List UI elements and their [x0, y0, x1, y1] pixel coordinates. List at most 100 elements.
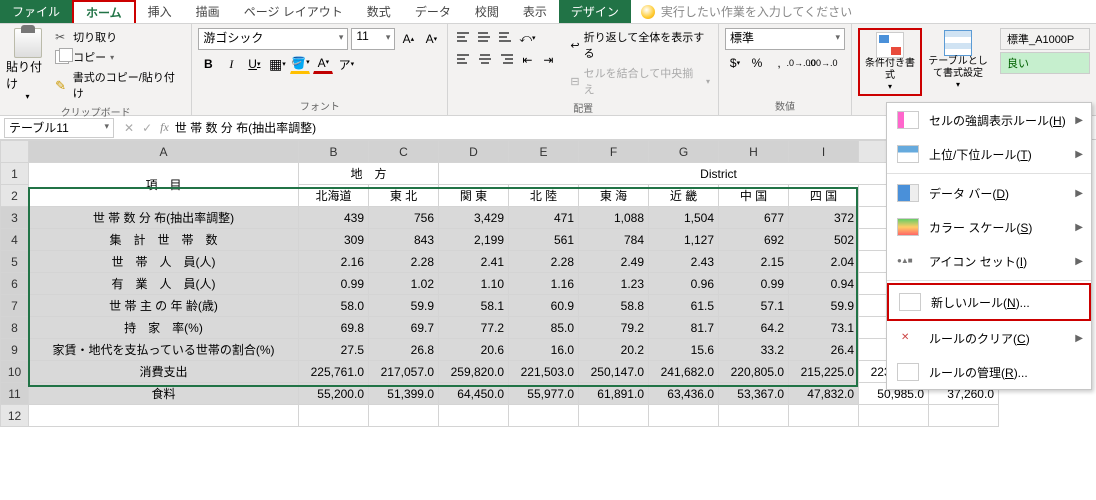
cell[interactable]: 59.9	[789, 295, 859, 317]
cell[interactable]: 64.2	[719, 317, 789, 339]
cell[interactable]: 79.2	[579, 317, 649, 339]
accounting-button[interactable]: $ ▾	[725, 53, 745, 73]
cell[interactable]: 地 方	[299, 163, 439, 185]
cell[interactable]: 59.9	[369, 295, 439, 317]
fill-color-button[interactable]: 🪣 ▾	[290, 54, 310, 74]
tab-view[interactable]: 表示	[511, 0, 559, 23]
cell[interactable]	[789, 405, 859, 427]
cell[interactable]	[859, 405, 929, 427]
cut-button[interactable]: 切り取り	[53, 28, 185, 46]
row-header[interactable]: 7	[1, 295, 29, 317]
cell[interactable]: 消費支出	[29, 361, 299, 383]
cell[interactable]: 217,057.0	[369, 361, 439, 383]
cell[interactable]: 1.16	[509, 273, 579, 295]
menu-data-bars[interactable]: データ バー(D)▶	[887, 176, 1091, 210]
cell[interactable]: 64,450.0	[439, 383, 509, 405]
grow-font-button[interactable]: A▴	[398, 29, 418, 49]
cell[interactable]: 85.0	[509, 317, 579, 339]
cell[interactable]	[929, 405, 999, 427]
format-as-table-button[interactable]: テーブルとして書式設定 ▾	[926, 28, 990, 92]
cell[interactable]	[719, 405, 789, 427]
shrink-font-button[interactable]: A▾	[421, 29, 441, 49]
cell[interactable]: 60.9	[509, 295, 579, 317]
align-middle-button[interactable]	[475, 28, 495, 46]
cell[interactable]: 0.96	[649, 273, 719, 295]
underline-button[interactable]: U ▾	[244, 54, 264, 74]
wrap-text-button[interactable]: ↩折り返して全体を表示する	[568, 28, 712, 62]
tab-review[interactable]: 校閲	[463, 0, 511, 23]
cell[interactable]: 471	[509, 207, 579, 229]
cell[interactable]: 221,503.0	[509, 361, 579, 383]
row-header[interactable]: 3	[1, 207, 29, 229]
cell[interactable]: 1.10	[439, 273, 509, 295]
cell[interactable]: 食料	[29, 383, 299, 405]
cell[interactable]: 215,225.0	[789, 361, 859, 383]
row-header[interactable]: 12	[1, 405, 29, 427]
tab-design[interactable]: デザイン	[559, 0, 631, 23]
cell[interactable]: 2.28	[509, 251, 579, 273]
merge-center-button[interactable]: ⊟セルを結合して中央揃え ▾	[568, 64, 712, 98]
cell[interactable]: 61,891.0	[579, 383, 649, 405]
cell[interactable]: 63,436.0	[649, 383, 719, 405]
cell[interactable]: 2.41	[439, 251, 509, 273]
cell[interactable]: 北 陸	[509, 185, 579, 207]
cell[interactable]: 1,504	[649, 207, 719, 229]
cell[interactable]: 有 業 人 員(人)	[29, 273, 299, 295]
menu-icon-sets[interactable]: アイコン セット(I)▶	[887, 244, 1091, 278]
cell[interactable]: 220,805.0	[719, 361, 789, 383]
cell[interactable]: 51,399.0	[369, 383, 439, 405]
cell[interactable]: 250,147.0	[579, 361, 649, 383]
cell[interactable]: 73.1	[789, 317, 859, 339]
cell[interactable]: 502	[789, 229, 859, 251]
cell[interactable]	[579, 405, 649, 427]
cell[interactable]: 四 国	[789, 185, 859, 207]
col-header[interactable]: C	[369, 141, 439, 163]
cell[interactable]: 近 畿	[649, 185, 719, 207]
cell[interactable]	[299, 405, 369, 427]
font-size-combo[interactable]: 11	[351, 28, 395, 50]
cell[interactable]: 55,977.0	[509, 383, 579, 405]
cell[interactable]: 16.0	[509, 339, 579, 361]
tab-formulas[interactable]: 数式	[355, 0, 403, 23]
cell[interactable]: 58.0	[299, 295, 369, 317]
cell[interactable]: 55,200.0	[299, 383, 369, 405]
cell[interactable]: 東 北	[369, 185, 439, 207]
align-left-button[interactable]	[454, 50, 474, 68]
border-button[interactable]: ▦ ▾	[267, 54, 287, 74]
cancel-icon[interactable]: ✕	[124, 121, 134, 135]
cell[interactable]	[369, 405, 439, 427]
cell[interactable]: 241,682.0	[649, 361, 719, 383]
style-chip-good[interactable]: 良い	[1000, 52, 1090, 74]
menu-color-scales[interactable]: カラー スケール(S)▶	[887, 210, 1091, 244]
select-all-corner[interactable]	[1, 141, 29, 163]
cell[interactable]: 677	[719, 207, 789, 229]
percent-button[interactable]: %	[747, 53, 767, 73]
number-format-combo[interactable]: 標準	[725, 28, 845, 50]
menu-highlight-rules[interactable]: セルの強調表示ルール(H)▶	[887, 103, 1091, 137]
col-header[interactable]: H	[719, 141, 789, 163]
cell[interactable]	[29, 405, 299, 427]
copy-button[interactable]: コピー ▾	[53, 48, 185, 66]
cell[interactable]: 世 帯 数 分 布(抽出率調整)	[29, 207, 299, 229]
cell[interactable]: 309	[299, 229, 369, 251]
name-box[interactable]: テーブル11	[4, 118, 114, 138]
cell[interactable]: 47,832.0	[789, 383, 859, 405]
cell[interactable]: 561	[509, 229, 579, 251]
tab-draw[interactable]: 描画	[184, 0, 232, 23]
tab-insert[interactable]: 挿入	[136, 0, 184, 23]
col-header[interactable]: E	[509, 141, 579, 163]
row-header[interactable]: 4	[1, 229, 29, 251]
cell[interactable]: 26.4	[789, 339, 859, 361]
align-center-button[interactable]	[475, 50, 495, 68]
row-header[interactable]: 11	[1, 383, 29, 405]
row-header[interactable]: 10	[1, 361, 29, 383]
row-header[interactable]: 2	[1, 185, 29, 207]
cell[interactable]: 2.15	[719, 251, 789, 273]
bold-button[interactable]: B	[198, 54, 218, 74]
cell[interactable]: 26.8	[369, 339, 439, 361]
style-chip-normal[interactable]: 標準_A1000P	[1000, 28, 1090, 50]
menu-new-rule[interactable]: 新しいルール(N)...	[887, 283, 1091, 321]
cell[interactable]: 69.8	[299, 317, 369, 339]
tab-home[interactable]: ホーム	[72, 0, 136, 23]
format-painter-button[interactable]: 書式のコピー/貼り付け	[53, 68, 185, 102]
